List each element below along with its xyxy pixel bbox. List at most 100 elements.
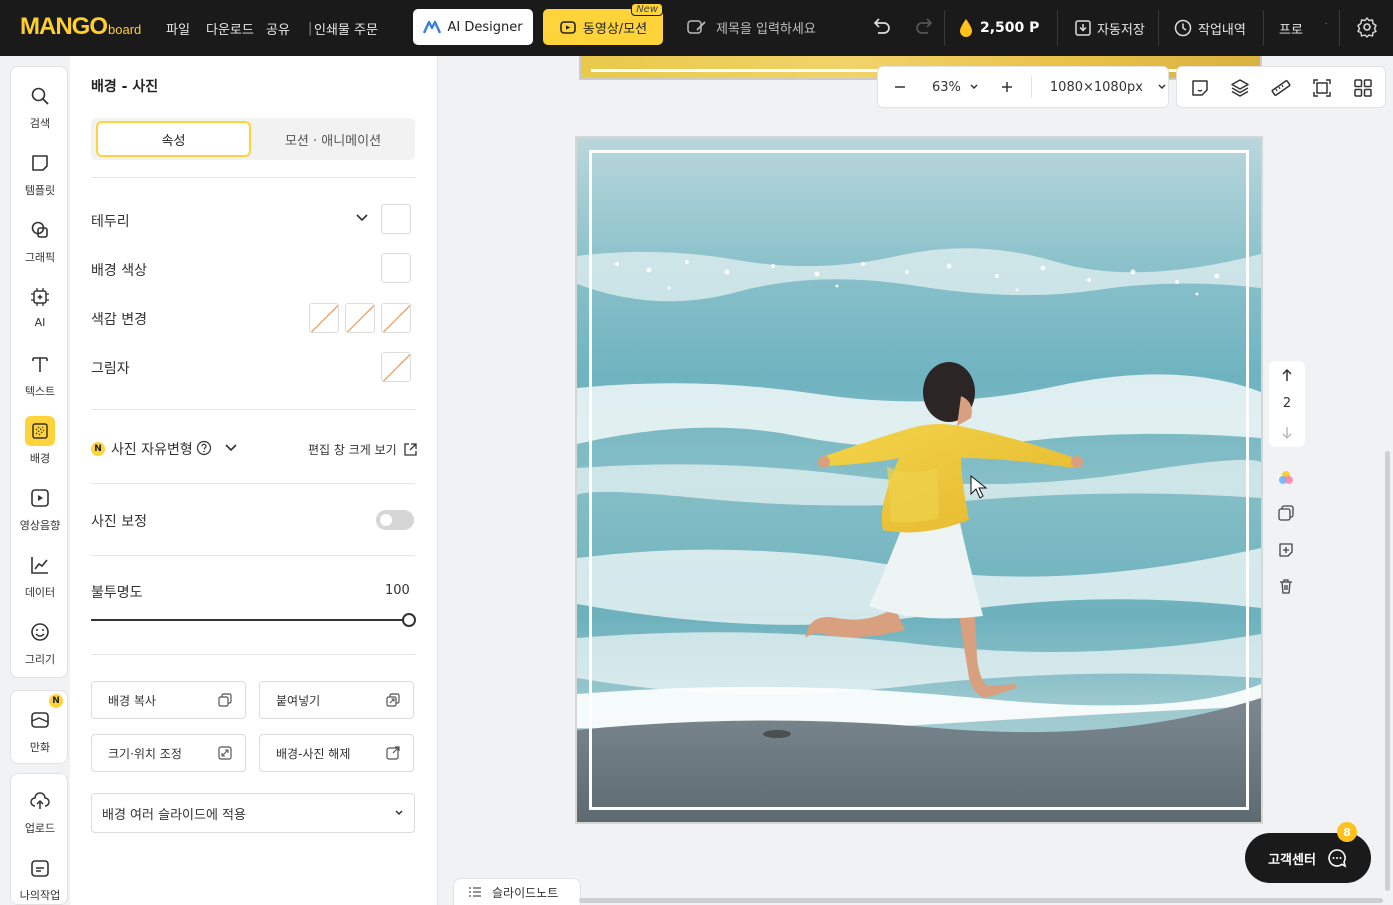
duplicate-page-icon[interactable] [1277,504,1295,522]
rail-text[interactable]: 텍스트 [11,349,69,399]
new-badge: N [91,442,105,456]
zoom-out-icon[interactable] [894,81,906,93]
chevron-icon: ˙ [1323,23,1329,33]
mangoboard-logo[interactable]: MANGO board [20,14,141,40]
opacity-slider-handle[interactable] [402,613,416,627]
upload-cloud-icon [25,786,55,816]
horizontal-scrollbar[interactable] [579,898,1383,903]
properties-panel: 배경 - 사진 속성 모션 · 애니메이션 테두리 배경 색상 색감 변경 그림… [70,56,438,905]
ai-designer-icon [423,20,442,34]
ai-designer-button[interactable]: AI Designer [413,9,533,45]
shadow-swatch[interactable] [381,352,411,382]
video-audio-icon [25,483,55,513]
file-menu[interactable]: 파일 [166,0,190,56]
grid-view-icon[interactable] [1352,77,1374,99]
redo-icon[interactable] [914,16,936,38]
border-chevron-down-icon[interactable] [355,213,369,223]
comic-icon [25,705,55,735]
color-palette-icon[interactable] [1277,469,1295,487]
divider [91,654,415,655]
ruler-icon[interactable] [1270,77,1292,99]
bg-color-swatch[interactable] [381,253,411,283]
paste-background-button[interactable]: 붙여넣기 [259,681,414,719]
rail-data[interactable]: 데이터 [11,550,69,600]
text-icon [25,349,55,379]
apply-multiple-slides-select[interactable]: 배경 여러 슬라이드에 적용 [91,793,415,833]
autosave-button[interactable]: 자동저장 [1074,0,1145,56]
rail-upload[interactable]: 업로드 [11,786,69,836]
view-toolbar [1176,66,1386,108]
sticker-icon[interactable] [1189,77,1211,99]
trash-icon[interactable] [1277,577,1295,595]
size-chevron-down-icon[interactable] [1157,83,1167,91]
new-badge: N [49,694,63,708]
correction-label: 사진 보정 [91,514,147,530]
resize-position-button[interactable]: 크기·위치 조정 [91,734,246,772]
rail-background[interactable]: 배경 [11,416,69,466]
tab-properties[interactable]: 속성 [96,121,251,157]
zoom-chevron-down-icon[interactable] [969,83,979,91]
points-balance[interactable]: 2,500 P [958,0,1039,56]
detach-background-photo-button[interactable]: 배경-사진 해제 [259,734,414,772]
help-question-icon[interactable] [196,440,212,456]
share-menu[interactable]: 공유 [266,0,290,56]
tint-swatch-3[interactable] [381,303,411,333]
border-label: 테두리 [91,214,130,230]
top-bar: MANGO board 파일 다운로드 공유 | 인쇄물 주문 AI Design… [0,0,1393,56]
history-button[interactable]: 작업내역 [1173,0,1246,56]
undo-icon[interactable] [870,16,892,38]
divider [91,483,415,484]
tab-motion[interactable]: 모션 · 애니메이션 [254,121,412,157]
opacity-label: 불투명도 [91,585,143,601]
divider [91,177,415,178]
divider [1030,76,1032,98]
rail-graphic[interactable]: 그래픽 [11,215,69,265]
toolbar-divider [1339,10,1340,46]
download-menu[interactable]: 다운로드 [206,0,254,56]
vertical-scrollbar[interactable] [1385,451,1390,891]
rail-search[interactable]: 검색 [11,81,69,131]
video-motion-button[interactable]: 동영상/모션 New [543,3,663,45]
tint-swatch-2[interactable] [345,303,375,333]
divider [91,409,415,410]
freeform-chevron-down-icon[interactable] [224,443,238,453]
arrow-up-icon[interactable] [1281,368,1293,382]
tint-label: 색감 변경 [91,312,147,328]
panel-tabs: 속성 모션 · 애니메이션 [91,118,415,160]
ai-chip-icon [25,282,55,312]
canvas-area: 63% 1080×1080px 2 고객센터 8 슬라이드노트 [439,56,1393,905]
arrow-down-icon[interactable] [1281,426,1293,440]
freeform-label: 사진 자유변형 [111,442,193,458]
settings-gear-icon[interactable] [1356,16,1378,38]
zoom-level[interactable]: 63% [932,80,961,95]
print-order-menu[interactable]: 인쇄물 주문 [314,0,378,56]
search-icon [25,81,55,111]
storage-rail: 업로드 나의작업 [10,773,68,905]
bg-color-label: 배경 색상 [91,263,147,279]
shadow-label: 그림자 [91,361,130,377]
add-page-icon[interactable] [1277,541,1295,559]
rail-comic[interactable]: 만화 [11,705,69,755]
document-title-input[interactable]: 제목을 입력하세요 [686,9,846,45]
layers-icon[interactable] [1229,77,1251,99]
photo-correction-toggle[interactable] [376,510,414,530]
pro-button[interactable]: 프로 ˙ [1279,0,1328,56]
tint-swatch-1[interactable] [309,303,339,333]
resize-icon [217,745,233,761]
rail-template[interactable]: 템플릿 [11,148,69,198]
canvas-size[interactable]: 1080×1080px [1050,80,1143,95]
slide-canvas[interactable] [575,136,1263,824]
border-color-swatch[interactable] [381,204,411,234]
expand-editor-link[interactable]: 편집 창 크게 보기 [308,441,418,458]
focus-frame-icon[interactable] [1311,77,1333,99]
rail-ai[interactable]: AI [11,282,69,329]
opacity-value[interactable]: 100 [385,583,410,598]
rail-media[interactable]: 영상음향 [11,483,69,533]
rail-my-work[interactable]: 나의작업 [11,853,69,903]
opacity-slider-track[interactable] [91,619,409,621]
customer-center-button[interactable]: 고객센터 8 [1245,822,1371,883]
rail-draw[interactable]: 그리기 [11,617,69,667]
slide-note-tab[interactable]: 슬라이드노트 [453,878,581,905]
zoom-in-icon[interactable] [1001,81,1013,93]
copy-background-button[interactable]: 배경 복사 [91,681,246,719]
